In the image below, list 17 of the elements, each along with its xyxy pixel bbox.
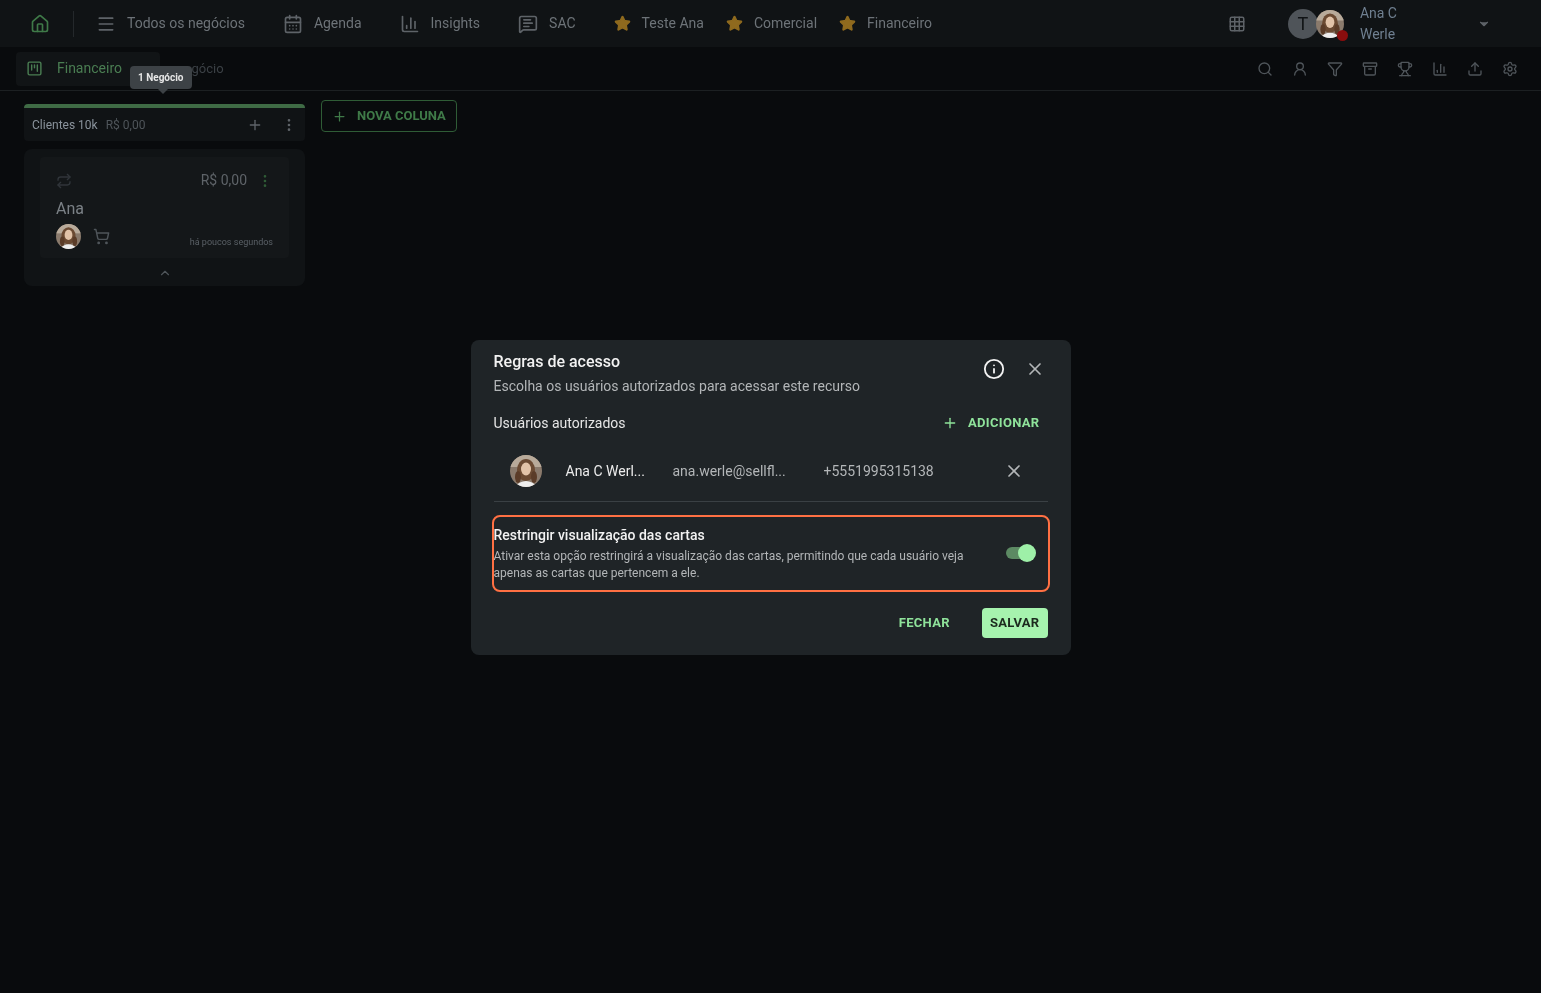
restrict-title: Restringir visualização das cartas xyxy=(493,525,706,545)
dialog-subtitle: Escolha os usuários autorizados para acessar este recurso xyxy=(493,376,861,396)
user-name-last: Werle xyxy=(1359,24,1397,44)
user-name: Ana C Werl... xyxy=(565,461,646,481)
dialog-title: Regras de acesso xyxy=(493,350,622,373)
tooltip: 1 Negócio xyxy=(129,65,192,89)
column-total: R$ 0,00 xyxy=(105,116,146,134)
column-title: Clientes 10k xyxy=(32,116,98,134)
user-name-first: Ana C xyxy=(1359,3,1397,23)
board-subtitle: gócio xyxy=(191,59,224,78)
card-name: Ana xyxy=(56,198,85,220)
user-email: ana.werle@sellfl... xyxy=(672,461,787,481)
restrict-description: Ativar esta opção restringirá a visualização das cartas, permitindo que cada usuário veja apenas as cartas que pertencem a ele. xyxy=(493,547,965,582)
card-time: há poucos segundos xyxy=(189,236,273,249)
section-label: Usuários autorizados xyxy=(493,413,627,433)
user-phone: +5551995315138 xyxy=(823,461,934,481)
card-value: R$ 0,00 xyxy=(200,171,247,190)
